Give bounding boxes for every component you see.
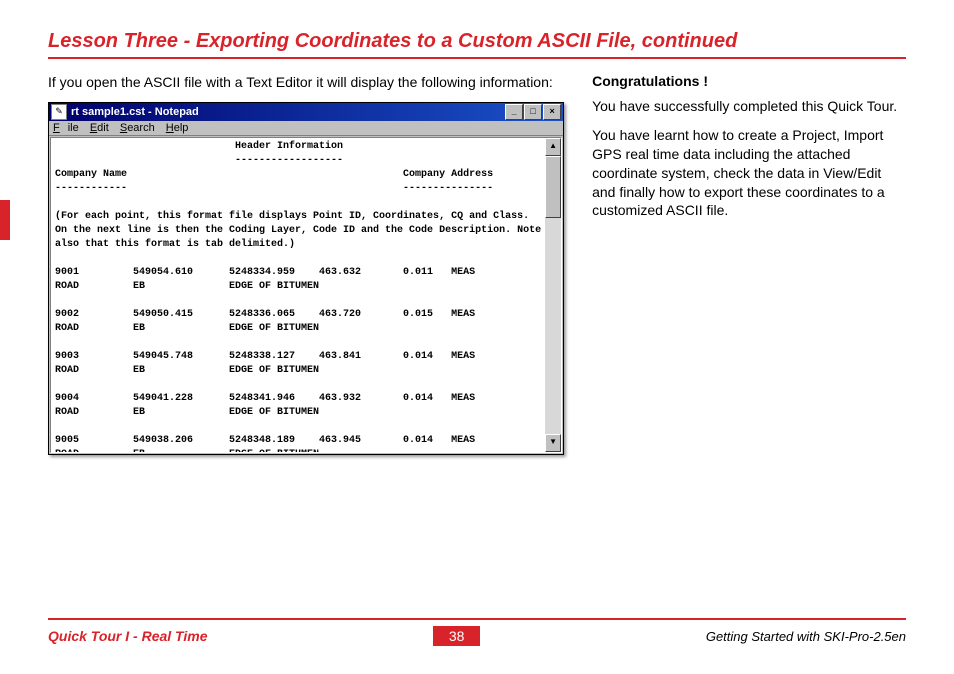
notepad-textarea[interactable]: Header Information ------------------ Co… (51, 138, 545, 452)
notepad-scrollbar[interactable]: ▲ ▼ (545, 138, 561, 452)
notepad-icon: ✎ (51, 104, 67, 120)
scroll-up-icon[interactable]: ▲ (545, 138, 561, 156)
scroll-down-icon[interactable]: ▼ (545, 434, 561, 452)
footer-right: Getting Started with SKI-Pro-2.5en (706, 629, 906, 644)
page-footer: Quick Tour I - Real Time 38 Getting Star… (48, 618, 906, 646)
congrats-heading: Congratulations ! (592, 73, 906, 89)
menu-file[interactable]: File (53, 122, 79, 134)
scroll-thumb[interactable] (545, 156, 561, 218)
title-rule (48, 57, 906, 59)
right-para-2: You have learnt how to create a Project,… (592, 126, 906, 220)
notepad-menubar: File Edit Search Help (49, 121, 563, 136)
close-button[interactable]: × (543, 104, 561, 120)
notepad-titlebar[interactable]: ✎ rt sample1.cst - Notepad _ □ × (49, 103, 563, 121)
page-title: Lesson Three - Exporting Coordinates to … (48, 30, 906, 53)
footer-left: Quick Tour I - Real Time (48, 628, 207, 644)
right-para-1: You have successfully completed this Qui… (592, 97, 906, 116)
menu-help[interactable]: Help (166, 122, 189, 134)
notepad-title: rt sample1.cst - Notepad (71, 106, 505, 118)
minimize-button[interactable]: _ (505, 104, 523, 120)
notepad-window: ✎ rt sample1.cst - Notepad _ □ × File Ed… (48, 102, 564, 455)
maximize-button[interactable]: □ (524, 104, 542, 120)
intro-text: If you open the ASCII file with a Text E… (48, 73, 564, 92)
footer-rule (48, 618, 906, 620)
page-number: 38 (433, 626, 481, 646)
side-tab (0, 200, 10, 240)
scroll-track[interactable] (545, 156, 561, 434)
menu-edit[interactable]: Edit (90, 122, 109, 134)
menu-search[interactable]: Search (120, 122, 155, 134)
